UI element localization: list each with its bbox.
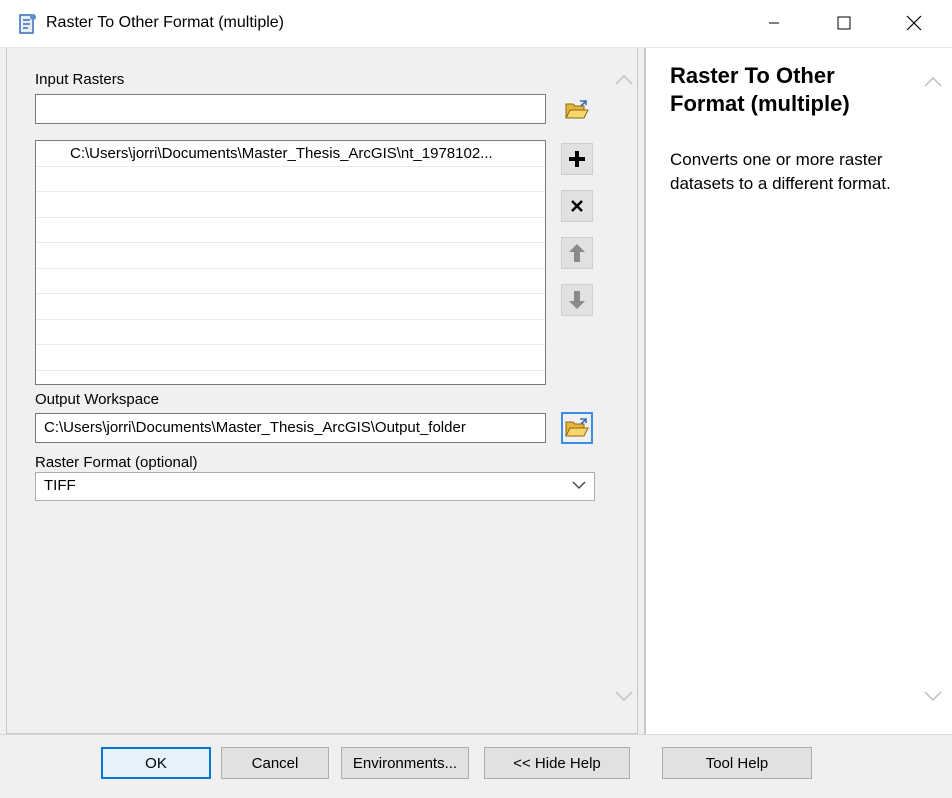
remove-item-button[interactable]	[561, 190, 593, 222]
move-down-button[interactable]	[561, 284, 593, 316]
help-title: Raster To Other Format (multiple)	[670, 63, 850, 116]
minimize-button[interactable]	[744, 0, 804, 46]
help-scroll-up-icon[interactable]	[924, 76, 942, 88]
output-workspace-label: Output Workspace	[35, 391, 159, 408]
arrow-up-icon	[569, 244, 585, 262]
list-item-empty	[36, 243, 545, 269]
input-rasters-list[interactable]: C:\Users\jorri\Documents\Master_Thesis_A…	[35, 140, 546, 385]
list-item-empty	[36, 218, 545, 243]
plus-icon	[569, 151, 585, 167]
parameters-panel: Input Rasters C:\Users\jorri\Documents\M…	[6, 48, 638, 734]
close-icon	[906, 15, 922, 31]
arrow-down-icon	[569, 291, 585, 309]
arcgis-tool-icon	[19, 14, 36, 34]
close-button[interactable]	[884, 0, 944, 46]
raster-format-select[interactable]: TIFF	[35, 472, 595, 501]
cancel-button[interactable]: Cancel	[221, 747, 329, 779]
hide-help-button[interactable]: << Hide Help	[484, 747, 630, 779]
raster-format-value: TIFF	[44, 477, 76, 494]
ok-button[interactable]: OK	[101, 747, 211, 779]
help-description: Converts one or more raster datasets to …	[670, 150, 891, 193]
window-title: Raster To Other Format (multiple)	[46, 14, 284, 31]
raster-format-label: Raster Format (optional)	[35, 454, 198, 471]
maximize-icon	[837, 16, 851, 30]
browse-output-button[interactable]	[561, 412, 593, 444]
open-folder-icon	[565, 418, 589, 437]
scroll-up-icon[interactable]	[615, 74, 633, 86]
input-rasters-field[interactable]	[35, 94, 546, 124]
environments-button[interactable]: Environments...	[341, 747, 469, 779]
list-item-empty	[36, 192, 545, 218]
list-item[interactable]: C:\Users\jorri\Documents\Master_Thesis_A…	[36, 141, 545, 167]
maximize-button[interactable]	[814, 0, 874, 46]
tool-help-button[interactable]: Tool Help	[662, 747, 812, 779]
window-edge	[946, 48, 952, 734]
list-item-empty	[36, 167, 545, 192]
input-rasters-label: Input Rasters	[35, 71, 125, 88]
delete-x-icon	[571, 200, 583, 212]
browse-input-button[interactable]	[561, 94, 593, 126]
title-bar: Raster To Other Format (multiple)	[0, 0, 952, 48]
move-up-button[interactable]	[561, 237, 593, 269]
chevron-down-icon	[572, 481, 586, 489]
list-item-empty	[36, 269, 545, 294]
list-item-empty	[36, 320, 545, 345]
add-item-button[interactable]	[561, 143, 593, 175]
open-folder-icon	[565, 100, 589, 119]
scroll-down-icon[interactable]	[615, 690, 633, 702]
output-workspace-field[interactable]: C:\Users\jorri\Documents\Master_Thesis_A…	[35, 413, 546, 443]
list-item-empty	[36, 345, 545, 371]
minimize-icon	[769, 22, 779, 24]
list-item-empty	[36, 294, 545, 320]
help-panel: Raster To Other Format (multiple) Conver…	[644, 48, 946, 734]
help-scroll-down-icon[interactable]	[924, 690, 942, 702]
